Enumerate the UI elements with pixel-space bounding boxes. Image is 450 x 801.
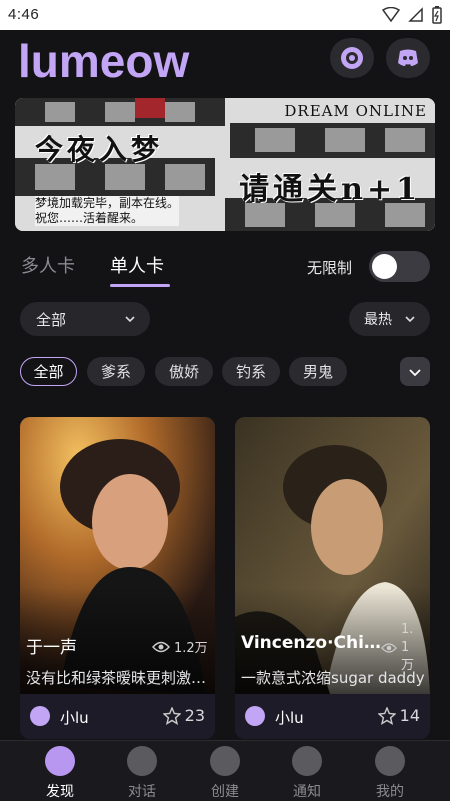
active-tab-indicator (110, 284, 170, 287)
character-card[interactable]: Vincenzo·Chi… 1.1万 一款意式浓缩sugar daddy 小lu… (235, 417, 430, 739)
nav-chat-label: 对话 (128, 784, 156, 800)
card-views-count: 1.2万 (174, 641, 208, 656)
sort-dropdown-value: 最热 (364, 312, 392, 328)
app-logo: lumeow (18, 35, 190, 87)
card-name: 于一声 (26, 638, 77, 658)
promo-banner[interactable]: DREAM ONLINE 今夜入梦 请通关n+1 梦境加载完毕，副本在线。 祝您… (15, 98, 435, 231)
wifi-icon (382, 7, 400, 23)
chevron-down-icon (405, 316, 415, 323)
discord-button[interactable] (386, 38, 430, 78)
star-icon (377, 706, 396, 725)
chip-flirty[interactable]: 钓系 (222, 357, 280, 386)
status-time: 4:46 (8, 6, 40, 23)
status-icons (382, 6, 442, 24)
nav-notifications[interactable]: 通知 (267, 741, 347, 801)
discord-icon (398, 49, 418, 66)
status-bar: 4:46 (0, 0, 450, 30)
bell-icon (292, 746, 322, 776)
card-likes[interactable]: 14 (377, 706, 420, 725)
eye-icon (381, 643, 397, 653)
chip-ghost[interactable]: 男鬼 (289, 357, 347, 386)
chip-daddy[interactable]: 爹系 (87, 357, 145, 386)
card-description: 没有比和绿茶暧昧更刺激的事了 (26, 669, 211, 687)
nav-create-label: 创建 (211, 784, 239, 800)
nav-profile-label: 我的 (376, 784, 404, 800)
chip-tsundere[interactable]: 傲娇 (155, 357, 213, 386)
emblem-icon (341, 47, 363, 69)
toggle-knob (372, 254, 397, 279)
discover-icon (45, 746, 75, 776)
banner-headline-left: 今夜入梦 (35, 133, 164, 166)
card-likes-count: 14 (399, 706, 420, 725)
bottom-nav: 发现 对话 创建 通知 我的 (0, 740, 450, 801)
community-button[interactable] (330, 38, 374, 78)
create-icon (210, 746, 240, 776)
sort-dropdown[interactable]: 最热 (349, 302, 430, 336)
card-author: 小lu (60, 709, 89, 727)
card-description: 一款意式浓缩sugar daddy (241, 669, 425, 687)
banner-subtitle-line1: 梦境加载完毕，副本在线。 (35, 196, 180, 210)
tab-single-card[interactable]: 单人卡 (110, 252, 164, 278)
card-likes-count: 23 (184, 706, 205, 725)
card-footer: 小lu 14 (235, 694, 430, 739)
card-author: 小lu (275, 709, 304, 727)
signal-icon (408, 7, 423, 22)
banner-headline-right: 请通关n+1 (239, 172, 421, 207)
expand-chips-button[interactable] (400, 357, 430, 386)
unlimited-label: 无限制 (307, 259, 353, 277)
star-icon (162, 706, 181, 725)
tab-multi-card[interactable]: 多人卡 (21, 252, 75, 278)
chat-icon (127, 746, 157, 776)
avatar (30, 706, 50, 726)
banner-subtitle-line2: 祝您……活着醒来。 (35, 211, 144, 225)
category-dropdown[interactable]: 全部 (20, 302, 150, 336)
chevron-down-icon (409, 368, 421, 376)
character-card[interactable]: 于一声 1.2万 没有比和绿茶暧昧更刺激的事了 小lu 23 (20, 417, 215, 739)
banner-subtitle: 梦境加载完毕，副本在线。 祝您……活着醒来。 (35, 196, 180, 226)
category-dropdown-value: 全部 (36, 310, 67, 329)
unlimited-toggle[interactable] (369, 251, 430, 282)
nav-notifications-label: 通知 (293, 784, 321, 800)
nav-discover-label: 发现 (46, 784, 74, 800)
nav-discover[interactable]: 发现 (20, 741, 100, 801)
banner-brand: DREAM ONLINE (284, 102, 427, 120)
eye-icon (152, 641, 170, 652)
chevron-down-icon (125, 316, 135, 323)
profile-icon (375, 746, 405, 776)
card-views: 1.2万 (152, 637, 208, 656)
card-likes[interactable]: 23 (162, 706, 205, 725)
nav-chat[interactable]: 对话 (102, 741, 182, 801)
card-name: Vincenzo·Chi… (241, 633, 381, 653)
avatar (245, 706, 265, 726)
battery-icon (432, 6, 442, 24)
nav-create[interactable]: 创建 (185, 741, 265, 801)
chip-all[interactable]: 全部 (20, 357, 77, 386)
nav-profile[interactable]: 我的 (350, 741, 430, 801)
card-footer: 小lu 23 (20, 694, 215, 739)
